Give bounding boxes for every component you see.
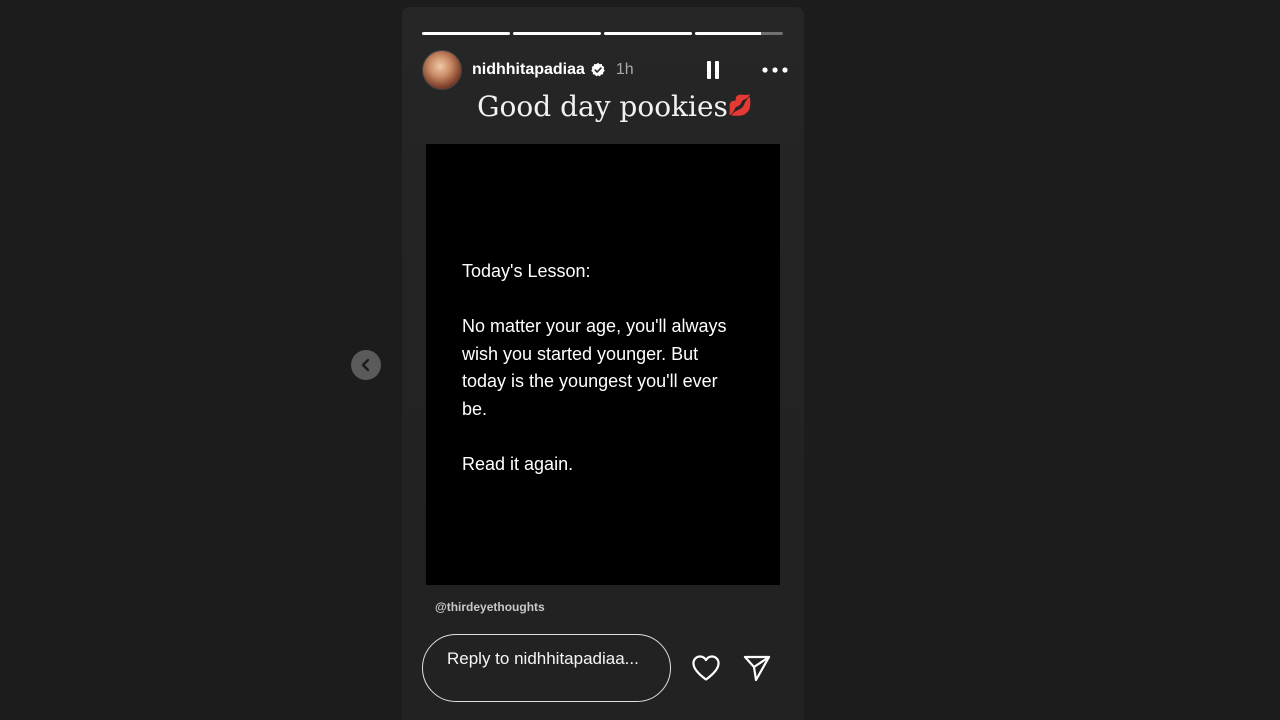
mention-link[interactable]: @thirdeyethoughts <box>435 600 545 614</box>
progress-segment <box>695 32 783 35</box>
previous-story-button[interactable] <box>351 350 381 380</box>
post-heading: Today's Lesson: <box>462 261 591 281</box>
username[interactable]: nidhhitapadiaa <box>472 61 585 79</box>
story-progress-bars <box>422 32 783 35</box>
post-text: Today's Lesson: No matter your age, you'… <box>462 258 742 506</box>
kiss-emoji: 💋 <box>727 93 753 117</box>
shared-post-image[interactable]: Today's Lesson: No matter your age, you'… <box>426 144 780 585</box>
progress-segment <box>604 32 692 35</box>
send-icon <box>743 655 771 682</box>
progress-segment <box>422 32 510 35</box>
pause-icon <box>707 61 719 79</box>
avatar[interactable] <box>422 50 462 90</box>
story-card: nidhhitapadiaa 1h Good day pookies💋 Toda… <box>402 7 804 720</box>
caption-text: Good day pookies <box>477 90 728 123</box>
reply-input[interactable]: Reply to nidhhitapadiaa... <box>422 634 671 702</box>
progress-segment <box>513 32 601 35</box>
story-header: nidhhitapadiaa 1h <box>422 50 788 90</box>
more-options-button[interactable] <box>762 60 788 80</box>
verified-badge-icon <box>590 62 606 78</box>
chevron-left-icon <box>361 358 370 372</box>
story-viewer: nidhhitapadiaa 1h Good day pookies💋 Toda… <box>0 0 1280 720</box>
heart-icon <box>692 655 720 681</box>
story-caption: Good day pookies💋 <box>402 90 804 123</box>
share-button[interactable] <box>742 653 772 683</box>
post-body: No matter your age, you'll always wish y… <box>462 316 727 419</box>
pause-button[interactable] <box>703 60 723 80</box>
like-button[interactable] <box>691 653 721 683</box>
post-time: 1h <box>615 61 634 78</box>
post-footer: Read it again. <box>462 453 574 474</box>
more-horizontal-icon <box>762 67 788 73</box>
